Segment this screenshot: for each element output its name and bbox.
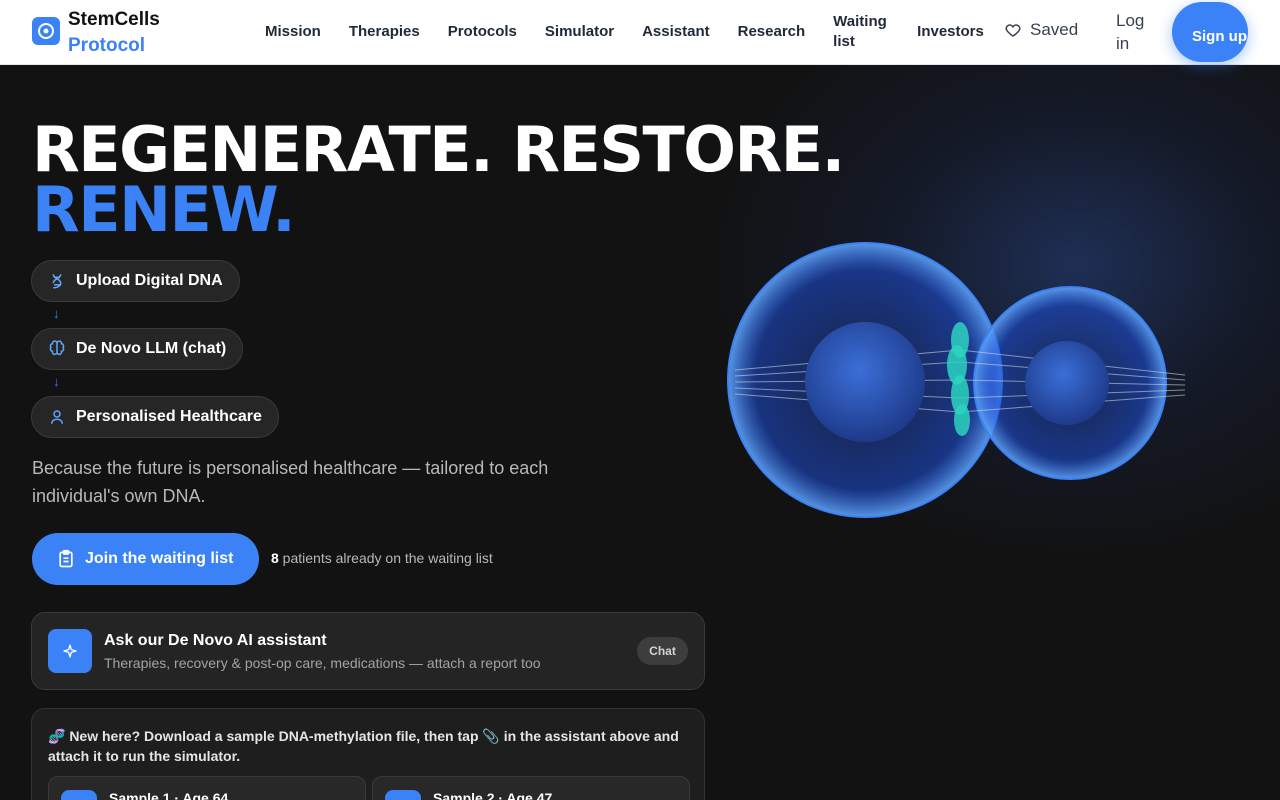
main-nav: Mission Therapies Protocols Simulator As… — [265, 0, 1012, 64]
file-icon — [61, 790, 97, 800]
ai-assistant-card[interactable]: Ask our De Novo AI assistant Therapies, … — [31, 612, 705, 690]
arrow-down-icon: ↓ — [53, 306, 60, 321]
login-link[interactable]: Log in — [1116, 9, 1156, 55]
sparkle-icon — [48, 629, 92, 673]
sample-files-card: 🧬 New here? Download a sample DNA-methyl… — [31, 708, 705, 800]
step-upload-dna-label: Upload Digital DNA — [76, 272, 223, 289]
dividing-cells-illustration — [727, 242, 1186, 518]
waiting-count-number: 8 — [271, 550, 279, 566]
waiting-count-label: patients already on the waiting list — [278, 550, 493, 566]
join-waiting-list-label: Join the waiting list — [85, 550, 234, 567]
heart-icon — [1005, 24, 1021, 37]
sample-file-1-label: Sample 1 · Age 64 — [109, 790, 229, 800]
saved-link[interactable]: Saved — [1004, 20, 1078, 40]
top-nav-bar: StemCells Protocol Mission Therapies Pro… — [0, 0, 1280, 65]
hero-tagline: Because the future is personalised healt… — [32, 458, 549, 506]
nav-assistant[interactable]: Assistant — [642, 22, 710, 42]
step-llm-chat-label: De Novo LLM (chat) — [76, 340, 227, 357]
sample-file-2[interactable]: Sample 2 · Age 47 — [372, 776, 690, 800]
hero-title-line1: REGENERATE. RESTORE. — [32, 113, 845, 186]
file-icon — [385, 790, 421, 800]
brand[interactable]: StemCells Protocol — [32, 6, 160, 58]
nav-therapies[interactable]: Therapies — [349, 22, 420, 42]
saved-label: Saved — [1030, 20, 1079, 39]
sample-file-2-label: Sample 2 · Age 47 — [433, 790, 553, 800]
brand-name: StemCells — [68, 9, 160, 30]
arrow-down-icon: ↓ — [53, 374, 60, 389]
nav-research[interactable]: Research — [738, 22, 806, 42]
brain-icon — [49, 340, 65, 356]
sample-file-1[interactable]: Sample 1 · Age 64 — [48, 776, 366, 800]
user-icon — [51, 410, 63, 424]
sample-intro-text: 🧬 New here? Download a sample DNA-methyl… — [48, 728, 679, 764]
nav-mission[interactable]: Mission — [265, 22, 321, 42]
nav-waiting-list[interactable]: Waiting list — [833, 12, 889, 52]
join-waiting-list-button[interactable]: Join the waiting list — [32, 533, 259, 585]
waiting-count-text: 8 patients already on the waiting list — [271, 550, 493, 566]
signup-button[interactable]: Sign up — [1172, 2, 1248, 62]
brand-subtitle: Protocol — [68, 35, 146, 56]
step-llm-chat: De Novo LLM (chat) — [31, 328, 244, 370]
dna-icon — [52, 274, 62, 289]
logo-icon — [32, 17, 60, 45]
assistant-subtitle: Therapies, recovery & post-op care, medi… — [104, 655, 541, 671]
chat-button[interactable]: Chat — [637, 637, 688, 665]
nav-investors[interactable]: Investors — [917, 22, 984, 42]
step-personalised-healthcare: Personalised Healthcare — [31, 396, 279, 438]
assistant-title: Ask our De Novo AI assistant — [104, 632, 327, 649]
clipboard-icon — [59, 549, 73, 568]
hero-title: REGENERATE. RESTORE. RENEW. — [32, 113, 845, 241]
step-upload-dna: Upload Digital DNA — [31, 260, 240, 302]
nav-simulator[interactable]: Simulator — [545, 22, 614, 42]
nav-protocols[interactable]: Protocols — [448, 22, 517, 42]
step-personalised-healthcare-label: Personalised Healthcare — [76, 408, 262, 425]
